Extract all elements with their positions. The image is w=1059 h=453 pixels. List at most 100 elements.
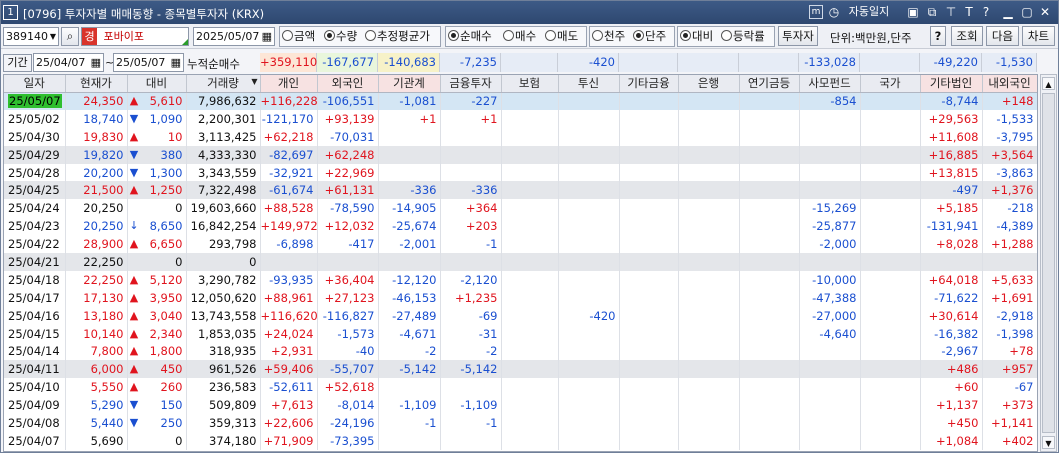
radio-thousand-shares[interactable]: 천주	[592, 29, 625, 44]
column-header[interactable]: 일자	[4, 75, 66, 93]
pin-icon[interactable]: ⊤	[944, 4, 958, 20]
date-cell: 25/04/25	[4, 181, 66, 200]
auto-log-button[interactable]: 자동일지	[843, 4, 895, 20]
radio-avg-price[interactable]: 추정평균가	[365, 29, 430, 44]
calendar-icon[interactable]: ▦	[262, 28, 272, 45]
net-buy-cell	[501, 181, 559, 200]
column-header[interactable]: 사모펀드	[799, 75, 861, 93]
table-row[interactable]: 25/04/08 5,440 ▼ 250 359,313 +22,606 -24,196 -1…	[4, 414, 1037, 432]
table-row[interactable]: 25/04/18 22,250 ▲ 5,120 3,290,782 -93,935 +36,…	[4, 270, 1037, 289]
table-row[interactable]: 25/04/14 7,800 ▲ 1,800 318,935 +2,931 -40 -2 -2-…	[4, 342, 1037, 361]
table-row[interactable]: 25/04/24 20,250 0 19,603,660 +88,528 -78,590-…	[4, 199, 1037, 218]
net-buy-cell	[739, 324, 800, 343]
price-cell: 19,820	[65, 145, 128, 164]
net-buy-cell	[501, 235, 559, 254]
table-row[interactable]: 25/04/29 19,820 ▼ 380 4,333,330 -82,697 +62,24…	[4, 145, 1037, 164]
next-button[interactable]: 다음	[986, 26, 1019, 46]
layout-icon[interactable]: ▣	[906, 4, 920, 20]
period-to-input[interactable]: 25/05/07 ▦	[113, 53, 184, 72]
radio-change-rate[interactable]: 등락률	[721, 29, 765, 44]
dropdown-arrow-icon[interactable]: ▼	[50, 28, 56, 45]
chart-button[interactable]: 차트	[1022, 26, 1055, 46]
net-buy-cell	[440, 145, 502, 164]
table-row[interactable]: 25/04/25 21,500 ▲ 1,250 7,322,498 -61,674 +61,…	[4, 181, 1037, 200]
radio-buy[interactable]: 매수	[503, 29, 536, 44]
column-header[interactable]: 거래량 ▼	[186, 75, 261, 93]
radio-sell[interactable]: 매도	[545, 29, 578, 44]
column-header[interactable]: 내외국인	[982, 75, 1037, 93]
search-icon[interactable]: ⌕	[61, 27, 79, 46]
stock-code-input[interactable]: 389140 ▼	[3, 27, 59, 46]
column-header[interactable]: 금융투자	[440, 75, 502, 93]
table-row[interactable]: 25/04/21 22,250 0 0	[4, 253, 1037, 271]
column-header[interactable]: 기타법인	[920, 75, 983, 93]
table-row[interactable]: 25/04/16 13,180 ▲ 3,040 13,743,558 +116,620 -1…	[4, 306, 1037, 325]
radio-quantity[interactable]: 수량	[324, 29, 357, 44]
radio-change[interactable]: 대비	[680, 29, 713, 44]
calendar-icon[interactable]: ▦	[91, 54, 101, 71]
minimize-icon[interactable]: ▁	[1001, 4, 1015, 20]
net-buy-cell: -25,674	[378, 217, 441, 236]
stock-name-field[interactable]: 경 포바이포	[81, 27, 189, 46]
clock-icon[interactable]: ◷	[828, 4, 840, 20]
column-header[interactable]: 은행	[678, 75, 740, 93]
maximize-icon[interactable]: ▢	[1020, 4, 1034, 20]
radio-single-shares[interactable]: 단주	[633, 29, 666, 44]
column-header[interactable]: 현재가	[65, 75, 128, 93]
column-header[interactable]: 기관계	[378, 75, 441, 93]
column-header[interactable]: 기타금융	[619, 75, 679, 93]
table-row[interactable]: 25/04/28 20,200 ▼ 1,300 3,343,559 -32,921 +22,…	[4, 163, 1037, 182]
table-row[interactable]: 25/05/07 24,350 ▲ 5,610 7,986,632 +116,228 -10…	[4, 92, 1037, 110]
table-row[interactable]: 25/04/17 17,130 ▲ 3,950 12,050,620 +88,961 +27…	[4, 288, 1037, 307]
column-header[interactable]: 연기금등	[739, 75, 800, 93]
close-icon[interactable]: ✕	[1038, 4, 1052, 20]
scroll-down-icon[interactable]: ▼	[1042, 436, 1055, 449]
column-header[interactable]: 보험	[501, 75, 559, 93]
net-buy-cell	[678, 360, 740, 379]
table-row[interactable]: 25/04/22 28,900 ▲ 6,650 293,798 -6,898 -417 -2,…	[4, 235, 1037, 254]
query-button[interactable]: 조회	[951, 26, 983, 46]
link-icon[interactable]: ⧉	[925, 4, 939, 20]
date-cell: 25/04/24	[4, 199, 66, 218]
table-row[interactable]: 25/04/09 5,290 ▼ 150 509,809 +7,613 -8,014 -1,1…	[4, 396, 1037, 415]
window-number[interactable]: 1	[3, 5, 18, 20]
radio-net-buy[interactable]: 순매수	[448, 29, 492, 44]
radio-dot	[633, 30, 644, 41]
table-row[interactable]: 25/04/11 6,000 ▲ 450 961,526 +59,406 -55,707 -5…	[4, 360, 1037, 379]
scroll-thumb[interactable]	[1042, 93, 1055, 433]
calendar-icon[interactable]: ▦	[171, 54, 181, 71]
radio-label: 금액	[294, 29, 316, 43]
change-cell: ▲ 6,650	[127, 235, 187, 254]
date-cell: 25/04/09	[4, 396, 66, 415]
column-header[interactable]: 외국인	[317, 75, 379, 93]
column-header[interactable]: 투신	[558, 75, 620, 93]
change-value: 1,800	[149, 344, 183, 359]
column-header[interactable]: 대비	[127, 75, 187, 93]
investor-button[interactable]: 투자자	[778, 26, 818, 46]
help-button[interactable]: ?	[930, 26, 946, 46]
table-row[interactable]: 25/04/23 20,250 ↓ 8,650 16,842,254 +149,972 +1…	[4, 217, 1037, 236]
period-from-input[interactable]: 25/04/07 ▦	[33, 53, 104, 72]
investor-table[interactable]: 일자 현재가 대비 거래량 ▼ 개인 외국인 기관계 금융투자 보험 투신 기타금융 은행 연기금등 사모펀…	[3, 74, 1038, 452]
cumulative-sum-cell: -167,677	[317, 53, 378, 72]
help-icon[interactable]: ?	[980, 4, 992, 20]
radio-amount[interactable]: 금액	[282, 29, 315, 44]
text-icon[interactable]: T	[963, 4, 975, 20]
net-buy-cell	[678, 181, 740, 200]
date-input[interactable]: 2025/05/07 ▦	[193, 27, 275, 46]
memo-icon[interactable]: m	[809, 5, 823, 19]
radio-label: 수량	[336, 29, 358, 43]
column-header[interactable]: 개인	[260, 75, 318, 93]
table-row[interactable]: 25/04/15 10,140 ▲ 2,340 1,853,035 +24,024 -1,5…	[4, 324, 1037, 343]
scroll-up-icon[interactable]: ▲	[1042, 77, 1055, 90]
vertical-scrollbar[interactable]: ▲ ▼	[1040, 74, 1057, 452]
net-buy-cell: -24,196	[317, 414, 379, 432]
column-header[interactable]: 국가	[860, 75, 921, 93]
net-buy-cell	[678, 109, 740, 128]
date-text: 25/04/30	[8, 129, 60, 144]
sort-dropdown-icon[interactable]: ▼	[251, 77, 257, 86]
table-row[interactable]: 25/04/10 5,550 ▲ 260 236,583 -52,611 +52,618 +6…	[4, 378, 1037, 397]
table-row[interactable]: 25/05/02 18,740 ▼ 1,090 2,200,301 -121,170 +93…	[4, 109, 1037, 128]
table-row[interactable]: 25/04/30 19,830 ▲ 10 3,113,425 +62,218 -70,031…	[4, 127, 1037, 146]
table-row[interactable]: 25/04/07 5,690 0 374,180 +71,909 -73,395 +1,08…	[4, 431, 1037, 450]
